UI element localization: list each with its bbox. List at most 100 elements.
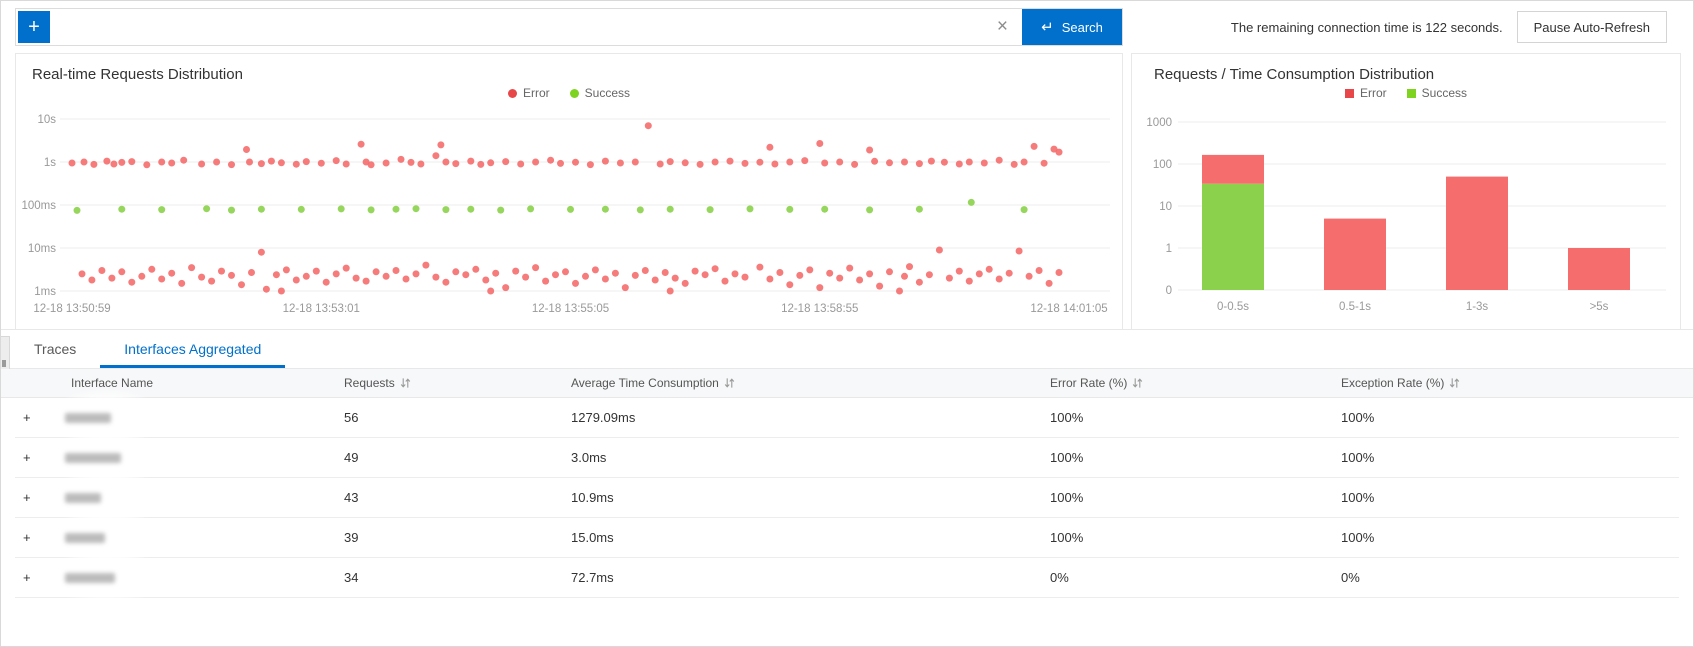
legend-error[interactable]: Error <box>507 86 550 100</box>
time-consumption-panel: Requests / Time Consumption Distribution… <box>1131 53 1681 331</box>
svg-text:100ms: 100ms <box>21 200 56 212</box>
column-header-error-rate[interactable]: Error Rate (%) <box>1050 369 1143 397</box>
svg-text:10s: 10s <box>37 114 56 126</box>
expand-row-button[interactable]: + <box>23 438 31 477</box>
svg-text:0.5-1s: 0.5-1s <box>1339 301 1371 313</box>
table-row: +34 72.7ms 0% 0% <box>15 548 1679 606</box>
legend-label: Error <box>522 86 550 100</box>
svg-text:12-18 13:50:59: 12-18 13:50:59 <box>33 303 110 315</box>
table-row: +43 10.9ms 100% 100% <box>15 468 1679 526</box>
bar-chart-title: Requests / Time Consumption Distribution <box>1154 66 1435 83</box>
topbar-right: The remaining connection time is 122 sec… <box>1231 8 1667 46</box>
column-label: Exception Rate (%) <box>1341 376 1445 390</box>
collapse-panel-handle[interactable] <box>1 336 10 370</box>
redacted-interface-name <box>65 573 115 583</box>
cell-requests: 34 <box>344 570 359 585</box>
pause-auto-refresh-button[interactable]: Pause Auto-Refresh <box>1516 11 1667 43</box>
cell-exception-rate: 100% <box>1341 450 1375 465</box>
tab-traces[interactable]: Traces <box>10 330 100 368</box>
cell-requests: 49 <box>344 450 359 465</box>
search-button-label: Search <box>1061 19 1103 35</box>
redacted-interface-name <box>65 413 111 423</box>
scatter-chart[interactable]: 10s 1s 100ms 10ms 1ms 12-18 13:50:59 12-18 13:… <box>16 100 1122 326</box>
cell-error-rate: 100% <box>1050 450 1084 465</box>
clear-search-icon[interactable]: × <box>991 16 1022 38</box>
legend-label: Success <box>1421 86 1468 100</box>
tab-bar: Traces Interfaces Aggregated <box>1 330 1693 369</box>
sort-icon[interactable] <box>724 377 735 389</box>
error-series <box>68 122 1063 295</box>
table-row: +39 15.0ms 100% 100% <box>15 508 1679 566</box>
bar-chart[interactable]: 100010010100-0.5s 0.5-1s 1-3s >5s <box>1132 100 1680 326</box>
legend-success[interactable]: Success <box>569 86 631 100</box>
svg-text:10: 10 <box>1159 201 1172 213</box>
cell-avg-time: 3.0ms <box>571 450 607 465</box>
scatter-chart-title: Real-time Requests Distribution <box>32 66 243 83</box>
cell-requests: 56 <box>344 410 359 425</box>
success-series <box>73 198 1028 214</box>
square-marker-icon <box>1344 88 1354 98</box>
expand-row-button[interactable]: + <box>23 518 31 557</box>
table-row: +56 1279.09ms 100% 100% <box>15 388 1679 446</box>
cell-exception-rate: 0% <box>1341 570 1360 585</box>
table-row: +49 3.0ms 100% 100% <box>15 428 1679 486</box>
cell-requests: 43 <box>344 490 359 505</box>
tab-interfaces-aggregated[interactable]: Interfaces Aggregated <box>100 330 286 368</box>
svg-text:1-3s: 1-3s <box>1466 301 1489 313</box>
table-header: Interface Name Requests Average Time Consu… <box>1 369 1693 398</box>
dot-marker-icon <box>569 88 579 98</box>
cell-avg-time: 15.0ms <box>571 530 614 545</box>
success-bars <box>1202 183 1264 290</box>
svg-text:12-18 14:01:05: 12-18 14:01:05 <box>1030 303 1107 315</box>
legend-label: Error <box>1359 86 1387 100</box>
sort-icon[interactable] <box>1449 377 1460 389</box>
column-label: Error Rate (%) <box>1050 376 1128 390</box>
bottom-section: Traces Interfaces Aggregated Interface N… <box>1 329 1693 646</box>
column-header-exception-rate[interactable]: Exception Rate (%) <box>1341 369 1460 397</box>
cell-exception-rate: 100% <box>1341 530 1375 545</box>
search-button[interactable]: ↵ Search <box>1022 9 1122 45</box>
column-label: Interface Name <box>71 376 154 390</box>
column-header-requests[interactable]: Requests <box>344 369 411 397</box>
svg-text:>5s: >5s <box>1590 301 1609 313</box>
error-bars <box>1202 154 1630 290</box>
redacted-interface-name <box>65 533 105 543</box>
scatter-legend: Error Success <box>16 86 1122 100</box>
column-header-average-time-consumption[interactable]: Average Time Consumption <box>571 369 735 397</box>
cell-requests: 39 <box>344 530 359 545</box>
svg-text:1000: 1000 <box>1146 117 1172 129</box>
legend-success[interactable]: Success <box>1406 86 1468 100</box>
svg-text:0: 0 <box>1166 285 1172 297</box>
svg-text:1: 1 <box>1166 243 1172 255</box>
cell-exception-rate: 100% <box>1341 490 1375 505</box>
cell-avg-time: 1279.09ms <box>571 410 636 425</box>
column-label: Requests <box>344 376 395 390</box>
connection-time-text: The remaining connection time is 122 sec… <box>1230 19 1503 35</box>
sort-icon[interactable] <box>400 377 411 389</box>
search-input[interactable] <box>50 9 991 45</box>
dot-marker-icon <box>507 88 517 98</box>
add-filter-button[interactable]: + <box>18 11 50 43</box>
cell-error-rate: 100% <box>1050 410 1084 425</box>
expand-row-button[interactable]: + <box>23 478 31 517</box>
bar-legend: Error Success <box>1132 86 1680 100</box>
sort-icon[interactable] <box>1132 377 1143 389</box>
table-body: +56 1279.09ms 100% 100% +49 3.0ms 100% 100% +43 1… <box>1 388 1693 606</box>
expand-row-button[interactable]: + <box>23 558 31 597</box>
svg-text:1s: 1s <box>44 157 56 169</box>
svg-text:12-18 13:53:01: 12-18 13:53:01 <box>283 303 360 315</box>
svg-text:100: 100 <box>1153 159 1172 171</box>
svg-text:1ms: 1ms <box>34 286 56 298</box>
redacted-interface-name <box>65 493 101 503</box>
svg-text:10ms: 10ms <box>28 243 56 255</box>
expand-row-button[interactable]: + <box>23 398 31 437</box>
column-label: Average Time Consumption <box>571 376 719 390</box>
svg-text:12-18 13:58:55: 12-18 13:58:55 <box>781 303 858 315</box>
cell-avg-time: 10.9ms <box>571 490 614 505</box>
cell-exception-rate: 100% <box>1341 410 1375 425</box>
cell-error-rate: 100% <box>1050 490 1084 505</box>
svg-text:12-18 13:55:05: 12-18 13:55:05 <box>532 303 609 315</box>
legend-error[interactable]: Error <box>1344 86 1387 100</box>
legend-label: Success <box>584 86 631 100</box>
svg-text:0-0.5s: 0-0.5s <box>1217 301 1249 313</box>
